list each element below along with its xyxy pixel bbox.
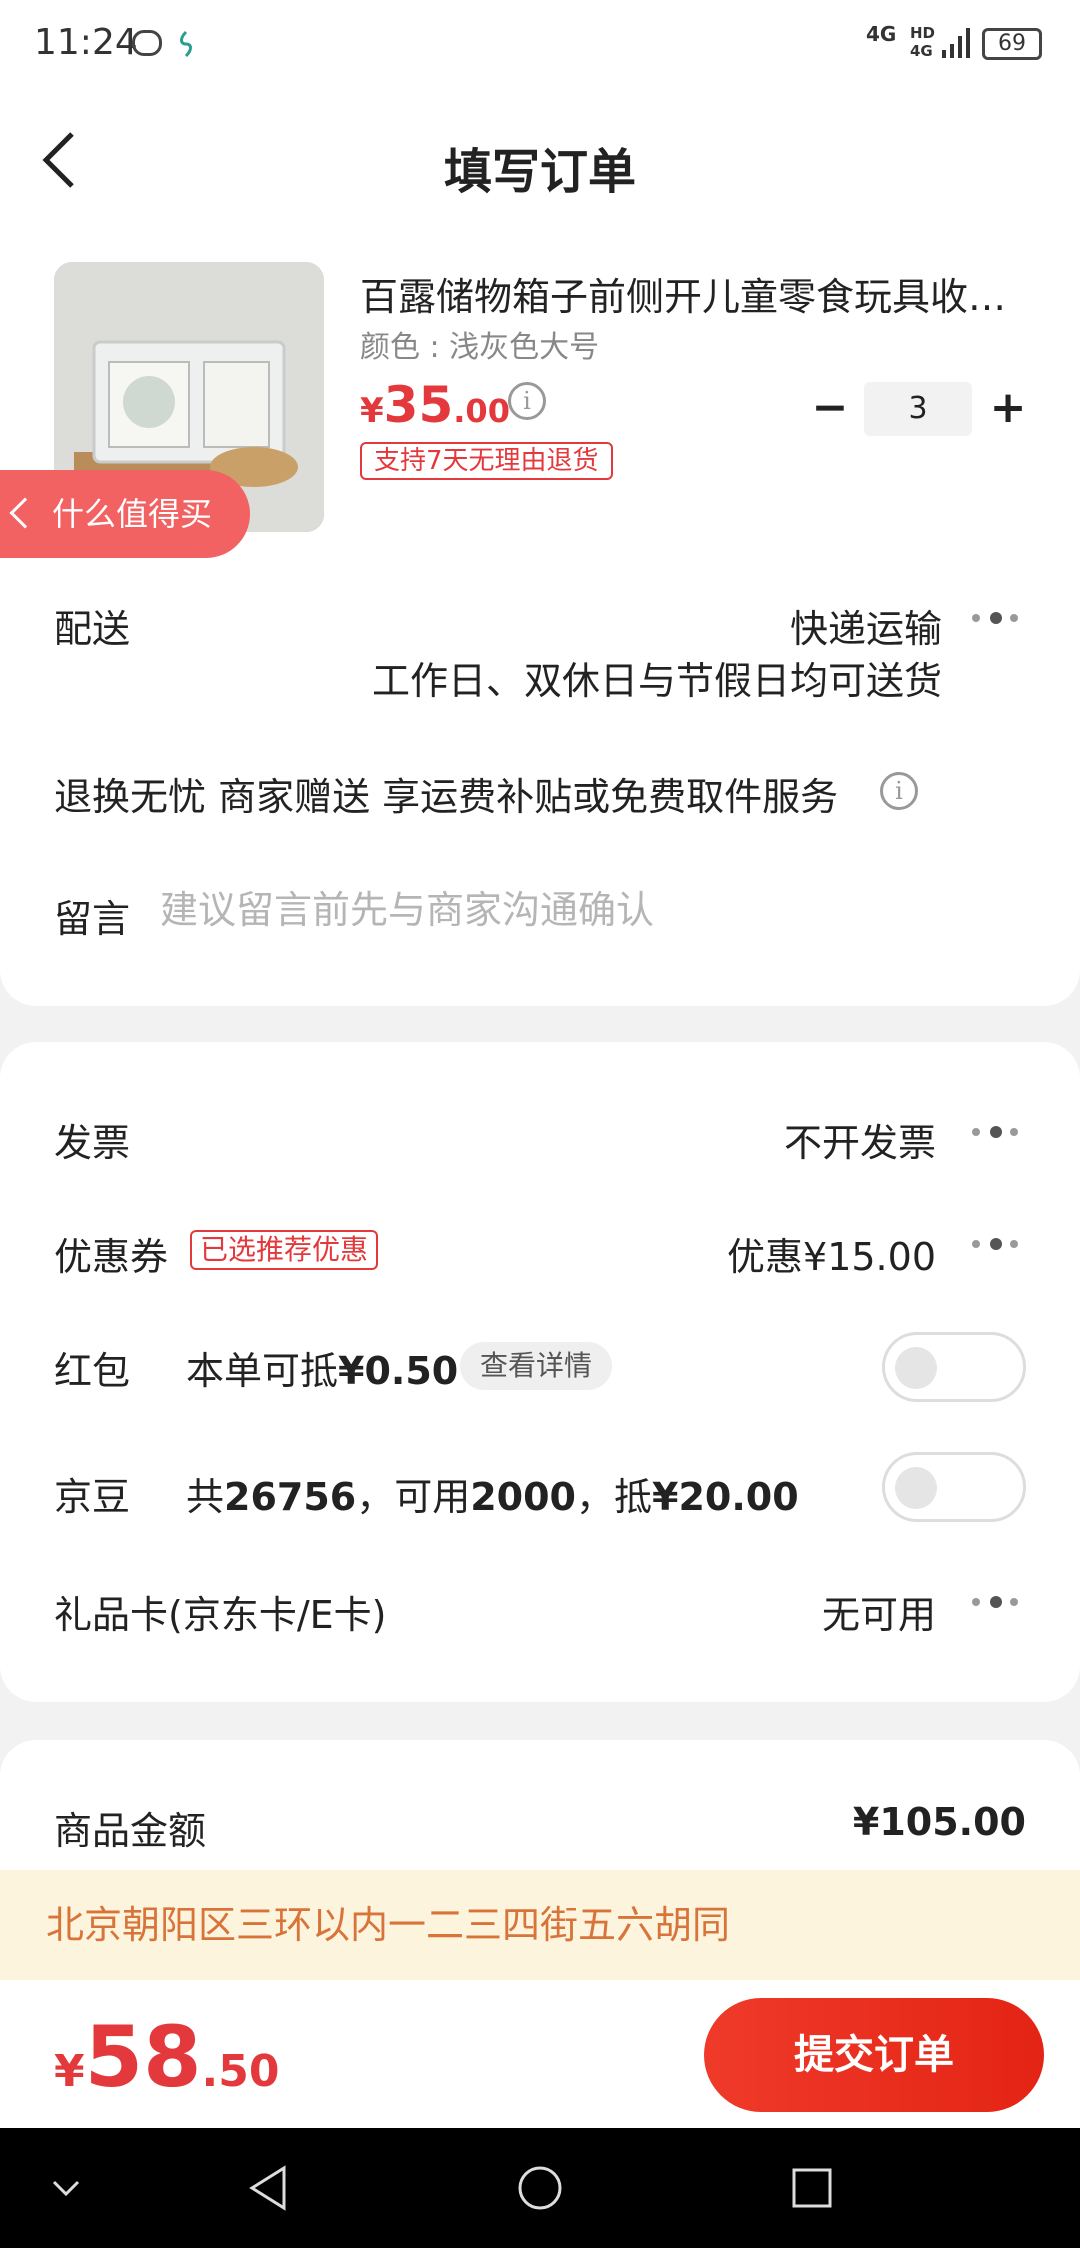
message-icon: [132, 30, 162, 56]
quantity-minus-button[interactable]: −: [810, 386, 850, 430]
message-label: 留言: [54, 897, 131, 941]
payment-options-card: 发票 不开发票 优惠券 已选推荐优惠 优惠¥15.00 红包 本单可抵¥0.50…: [0, 1042, 1080, 1702]
service-info: 退换无忧 商家赠送 享运费补贴或免费取件服务: [54, 775, 839, 819]
jd-beans-toggle[interactable]: [882, 1452, 1026, 1522]
signal-icon: [942, 28, 970, 58]
product-card: 百露储物箱子前侧开儿童零食玩具收纳箱 颜色 : 浅灰色大号 ¥35.00 i 支…: [0, 230, 1080, 1006]
red-packet-text: 本单可抵¥0.50: [186, 1349, 459, 1393]
more-dots-icon[interactable]: [968, 608, 1028, 628]
nav-back-icon[interactable]: [244, 2164, 292, 2212]
nav-collapse-icon[interactable]: [50, 2172, 82, 2204]
network-label: 4G: [866, 22, 897, 46]
page-title: 填写订单: [443, 144, 636, 200]
status-time: 11:24: [34, 22, 138, 63]
goods-amount-value: ¥105.00: [852, 1800, 1026, 1844]
more-dots-icon[interactable]: [968, 1122, 1028, 1142]
invoice-value[interactable]: 不开发票: [784, 1112, 936, 1167]
product-title[interactable]: 百露储物箱子前侧开儿童零食玩具收纳箱: [360, 266, 1020, 321]
goods-amount-label: 商品金额: [54, 1809, 207, 1853]
coupon-tag: 已选推荐优惠: [190, 1230, 379, 1270]
price-info-icon[interactable]: i: [508, 382, 546, 420]
floating-deal-tag[interactable]: 什么值得买: [0, 470, 250, 558]
page-header: 填写订单: [0, 90, 1080, 230]
quantity-input[interactable]: 3: [864, 382, 972, 436]
chevron-left-icon: [9, 497, 41, 529]
delivery-method[interactable]: 快递运输: [790, 598, 942, 653]
total-price: ¥58.50: [54, 2008, 280, 2106]
product-price: ¥35.00: [360, 376, 510, 434]
nav-home-icon[interactable]: [516, 2164, 564, 2212]
carrier-icon: [180, 30, 192, 58]
return-policy-tag: 支持7天无理由退货: [360, 442, 613, 480]
amount-card: 商品金额 ¥105.00: [0, 1740, 1080, 1880]
gift-card-label: 礼品卡(京东卡/E卡): [54, 1593, 387, 1637]
checkout-bar: ¥58.50 提交订单: [0, 1980, 1080, 2128]
floating-tag-label: 什么值得买: [52, 495, 213, 533]
battery-icon: 69: [982, 28, 1042, 60]
delivery-label: 配送: [54, 607, 131, 651]
product-spec[interactable]: 颜色 : 浅灰色大号: [360, 322, 599, 366]
red-packet-toggle[interactable]: [882, 1332, 1026, 1402]
address-banner[interactable]: 北京朝阳区三环以内一二三四街五六胡同: [0, 1870, 1080, 1980]
jd-beans-label: 京豆: [54, 1475, 131, 1519]
jd-beans-text: 共26756，可用2000，抵¥20.00: [186, 1475, 799, 1519]
submit-order-button[interactable]: 提交订单: [704, 1998, 1044, 2112]
gift-card-value[interactable]: 无可用: [822, 1584, 936, 1639]
hd-label: HD 4G: [910, 24, 936, 60]
delivery-note: 工作日、双休日与节假日均可送货: [371, 659, 942, 703]
more-dots-icon[interactable]: [968, 1592, 1028, 1612]
invoice-label: 发票: [54, 1121, 131, 1165]
message-input[interactable]: [160, 880, 1020, 940]
nav-recents-icon[interactable]: [788, 2164, 836, 2212]
more-dots-icon[interactable]: [968, 1234, 1028, 1254]
system-nav-bar: [0, 2128, 1080, 2248]
quantity-plus-button[interactable]: +: [988, 386, 1028, 430]
coupon-label: 优惠券: [54, 1235, 169, 1279]
view-details-button[interactable]: 查看详情: [460, 1342, 613, 1390]
red-packet-label: 红包: [54, 1349, 131, 1393]
service-info-icon[interactable]: i: [880, 772, 918, 810]
coupon-value[interactable]: 优惠¥15.00: [727, 1226, 936, 1281]
status-bar: 11:24 4G HD 4G 69: [0, 0, 1080, 90]
